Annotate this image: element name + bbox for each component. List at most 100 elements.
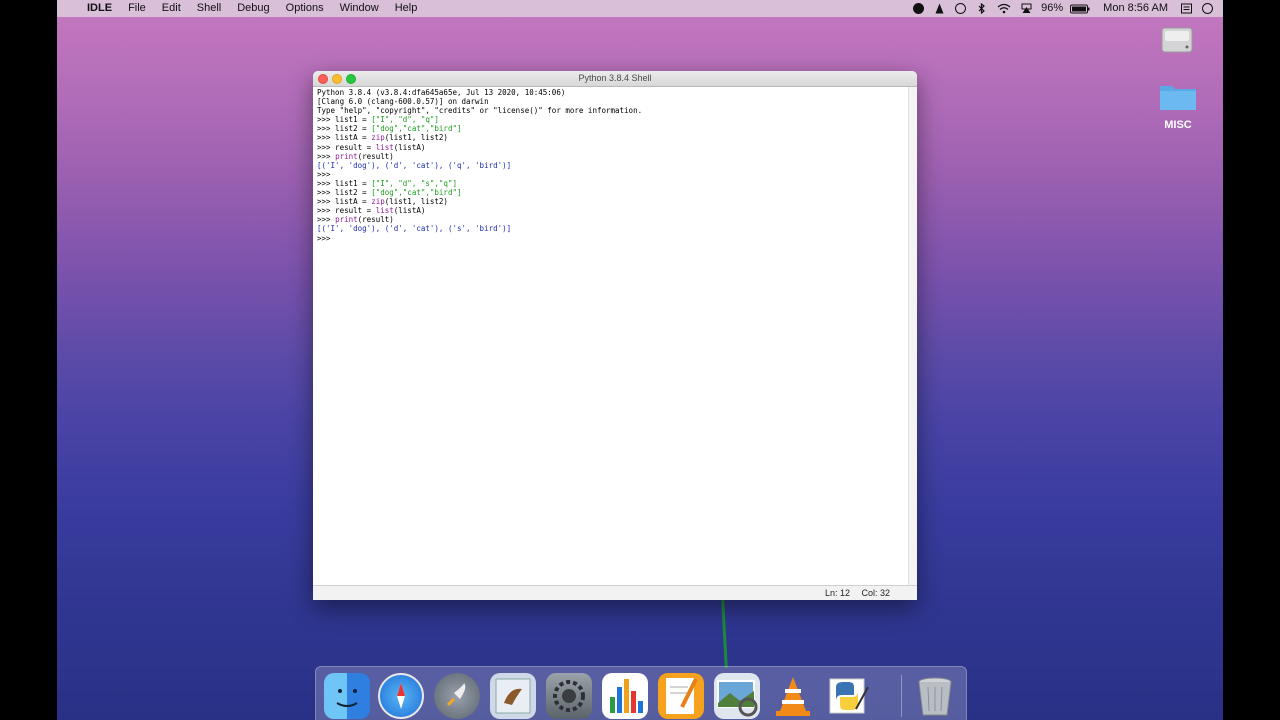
folder-icon (1160, 86, 1196, 110)
menu-edit[interactable]: Edit (154, 0, 189, 17)
menu-window[interactable]: Window (332, 0, 387, 17)
spotlight-control-icon[interactable] (1181, 3, 1192, 14)
menu-file[interactable]: File (120, 0, 154, 17)
folder-label: MISC (1164, 119, 1192, 131)
shell-text-segment: >>> listA = (317, 197, 372, 207)
minimize-button[interactable] (332, 74, 342, 84)
shell-line: >>> print(result) (317, 152, 909, 161)
python-launcher-icon[interactable] (826, 673, 872, 719)
shell-line: >>> print(result) (317, 215, 909, 224)
menu-options[interactable]: Options (278, 0, 332, 17)
misc-folder-desktop-icon[interactable]: MISC (1155, 80, 1201, 131)
shell-line: [('I', 'dog'), ('d', 'cat'), ('q', 'bird… (317, 161, 909, 170)
shell-text-segment: >>> result = (317, 142, 376, 152)
shell-text-segment: >>> list2 = (317, 124, 372, 134)
shell-text-segment: list (375, 206, 394, 216)
menu-help[interactable]: Help (387, 0, 426, 17)
shell-text-segment: [Clang 6.0 (clang-600.0.57)] on darwin (317, 97, 489, 107)
safari-icon[interactable] (378, 673, 424, 719)
pages-icon[interactable] (658, 673, 704, 719)
shell-line: >>> list1 = ["I", "d", "s","q"] (317, 179, 909, 188)
shell-text-segment: zip (371, 133, 385, 143)
numbers-icon[interactable] (602, 673, 648, 719)
finder-icon[interactable] (324, 673, 370, 719)
shell-line: >>> list2 = ["dog","cat","bird"] (317, 188, 909, 197)
shell-text-segment: >>> (317, 233, 331, 243)
shell-text-area[interactable]: Python 3.8.4 (v3.8.4:dfa645a65e, Jul 13 … (313, 87, 909, 585)
shell-line: >>> list1 = ["I", "d", "q"] (317, 115, 909, 124)
status-bar: Ln: 12 Col: 32 (313, 585, 917, 600)
status-menus: 96% Mon 8:56 AM (908, 0, 1223, 17)
shell-line: >>> result = list(listA) (317, 206, 909, 215)
shell-text-segment: ["I", "d", "s","q"] (371, 178, 457, 188)
shell-text-segment: >>> listA = (317, 133, 372, 143)
battery-percent: 96% (1041, 2, 1064, 14)
screen-record-icon[interactable] (913, 3, 925, 14)
shell-line: >>> result = list(listA) (317, 143, 909, 152)
system-preferences-icon[interactable] (546, 673, 592, 719)
shell-text-segment: >>> result = (317, 206, 376, 216)
shell-line: >>> (317, 170, 909, 179)
shell-line: Python 3.8.4 (v3.8.4:dfa645a65e, Jul 13 … (317, 88, 909, 97)
shell-text-segment: >>> (317, 215, 336, 225)
hard-drive-desktop-icon[interactable] (1159, 22, 1195, 61)
shell-text-segment: Python 3.8.4 (v3.8.4:dfa645a65e, Jul 13 … (317, 88, 566, 97)
shell-text-segment: [('I', 'dog'), ('d', 'cat'), ('s', 'bird… (317, 224, 512, 234)
menu-shell[interactable]: Shell (189, 0, 229, 17)
window-title: Python 3.8.4 Shell (578, 73, 652, 83)
shell-text-segment: (listA) (393, 142, 426, 152)
shell-line: [('I', 'dog'), ('d', 'cat'), ('s', 'bird… (317, 224, 909, 233)
menu-bar: IDLE File Edit Shell Debug Options Windo… (57, 0, 1223, 17)
menu-debug[interactable]: Debug (229, 0, 277, 17)
mail-icon[interactable] (490, 673, 536, 719)
accessibility-icon[interactable] (955, 3, 967, 14)
shell-text-segment: >>> (317, 169, 331, 179)
app-menu-idle[interactable]: IDLE (79, 0, 120, 17)
shell-text-segment: >>> list2 = (317, 188, 372, 198)
line-number-indicator: Ln: 12 (824, 588, 850, 598)
shell-text-segment: (result) (357, 215, 394, 225)
shell-line: [Clang 6.0 (clang-600.0.57)] on darwin (317, 97, 909, 106)
shell-text-segment: list (375, 142, 394, 152)
shell-text-segment: ["I", "d", "q"] (371, 115, 439, 125)
shell-text-segment: (listA) (393, 206, 426, 216)
preview-icon[interactable] (714, 673, 760, 719)
shell-line: Type "help", "copyright", "credits" or "… (317, 106, 909, 115)
battery-icon[interactable] (1070, 3, 1090, 14)
close-button[interactable] (318, 74, 328, 84)
shell-text-segment: print (335, 215, 358, 225)
menubar-clock[interactable]: Mon 8:56 AM (1095, 0, 1176, 17)
dock-separator (901, 675, 902, 717)
shell-text-segment: >>> list1 = (317, 178, 372, 188)
shell-text-segment: print (335, 151, 358, 161)
shell-text-segment: (list1, list2) (384, 197, 448, 207)
vlc-status-icon[interactable] (934, 3, 945, 14)
vlc-icon[interactable] (770, 673, 816, 719)
dock (315, 666, 967, 720)
background-decoration (721, 599, 728, 669)
shell-text-segment: [('I', 'dog'), ('d', 'cat'), ('q', 'bird… (317, 160, 512, 170)
zoom-button[interactable] (346, 74, 356, 84)
shell-line: >>> (317, 234, 909, 243)
bluetooth-icon[interactable] (976, 2, 987, 15)
shell-text-segment: >>> list1 = (317, 115, 372, 125)
shell-line: >>> listA = zip(list1, list2) (317, 197, 909, 206)
vertical-scrollbar[interactable] (908, 87, 917, 585)
trash-icon[interactable] (912, 673, 958, 719)
column-number-indicator: Col: 32 (861, 588, 890, 598)
idle-shell-window[interactable]: Python 3.8.4 Shell Python 3.8.4 (v3.8.4:… (313, 71, 917, 600)
wifi-icon[interactable] (997, 3, 1011, 14)
window-titlebar[interactable]: Python 3.8.4 Shell (313, 71, 917, 87)
shell-text-segment: (result) (357, 151, 394, 161)
shell-text-segment: ["dog","cat","bird"] (371, 124, 462, 134)
shell-text-segment: >>> (317, 151, 336, 161)
airplay-icon[interactable] (1021, 3, 1032, 14)
shell-line: >>> listA = zip(list1, list2) (317, 133, 909, 142)
desktop: IDLE File Edit Shell Debug Options Windo… (57, 0, 1223, 720)
shell-text-segment: ["dog","cat","bird"] (371, 188, 462, 198)
launchpad-icon[interactable] (434, 673, 480, 719)
shell-text-segment: zip (371, 197, 385, 207)
user-account-icon[interactable] (1202, 3, 1213, 14)
shell-text-segment: (list1, list2) (384, 133, 448, 143)
shell-text-segment: Type "help", "copyright", "credits" or "… (317, 106, 643, 116)
